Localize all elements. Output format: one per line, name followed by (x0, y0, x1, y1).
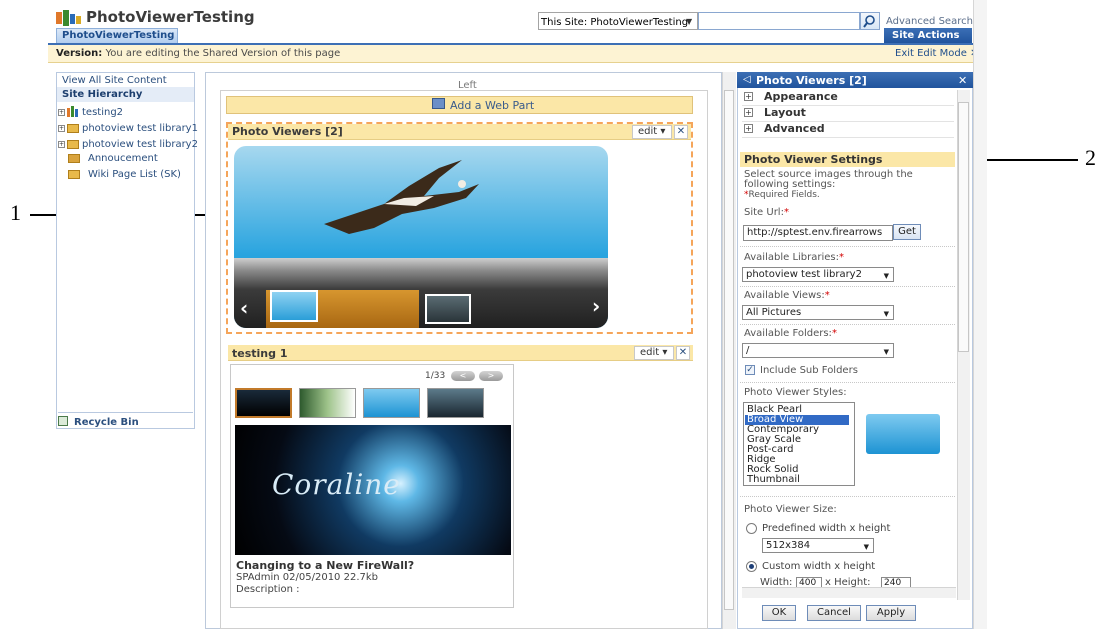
required-fields-note: *Required Fields. (744, 190, 820, 200)
page-scrollbar[interactable] (973, 0, 987, 629)
libraries-label: Available Libraries:* (744, 252, 844, 263)
apply-button[interactable]: Apply (866, 605, 916, 621)
folders-label: Available Folders:* (744, 328, 837, 339)
custom-size-radio[interactable] (746, 561, 757, 572)
gallery-item-title[interactable]: Changing to a New FireWall? (236, 559, 414, 572)
folders-select[interactable]: / ▼ (742, 343, 894, 358)
advanced-search-link[interactable]: Advanced Search (886, 16, 973, 27)
sidebar-item-annoucement[interactable]: Annoucement (88, 153, 158, 164)
pager-next-button[interactable]: > (479, 371, 503, 381)
size-label: Photo Viewer Size: (744, 504, 837, 515)
style-preview-image (866, 414, 940, 454)
web-part-title-bar (228, 345, 693, 361)
web-part-close-button[interactable]: ✕ (674, 125, 688, 139)
site-url-label: Site Url:* (744, 207, 789, 218)
previous-arrow-icon[interactable]: ‹ (240, 296, 248, 320)
gallery-thumbnail[interactable] (363, 388, 420, 418)
tool-pane-horizontal-scrollbar[interactable] (742, 587, 956, 598)
views-label: Available Views:* (744, 290, 830, 301)
version-message: Version: You are editing the Shared Vers… (56, 48, 341, 59)
tool-pane-scrollbar-thumb[interactable] (958, 102, 969, 352)
predefined-size-label: Predefined width x height (762, 523, 891, 534)
section-layout[interactable]: Layout (742, 106, 954, 122)
search-button[interactable] (860, 12, 880, 30)
tool-pane-title: Photo Viewers [2] (756, 74, 867, 87)
gallery-image-title-art: Coraline (272, 468, 401, 501)
site-hierarchy-heading: Site Hierarchy (62, 89, 143, 100)
web-part-edit-menu[interactable]: edit ▾ (632, 125, 672, 139)
section-appearance[interactable]: Appearance (742, 90, 954, 106)
pager-previous-button[interactable]: < (451, 371, 475, 381)
gallery-item-description: Description : (236, 584, 300, 595)
styles-label: Photo Viewer Styles: (744, 387, 847, 398)
recycle-bin-link[interactable]: Recycle Bin (58, 412, 193, 428)
include-sub-folders-label: Include Sub Folders (760, 365, 858, 376)
gallery-pager: 1/33 (425, 371, 446, 381)
search-input[interactable] (698, 12, 860, 30)
add-web-part-label[interactable]: Add a Web Part (450, 99, 534, 112)
gallery-item-meta: SPAdmin 02/05/2010 22.7kb (236, 572, 379, 583)
web-part-edit-menu[interactable]: edit ▾ (634, 346, 674, 360)
site-logo-icon (56, 10, 82, 26)
library-icon (67, 140, 79, 149)
include-sub-folders-checkbox[interactable]: ✓ (745, 365, 755, 375)
list-icon (68, 154, 80, 163)
photo-viewer-web-part-title: Photo Viewers [2] (232, 125, 343, 138)
site-url-field[interactable]: http://sptest.env.firearrows (743, 225, 893, 241)
web-part-close-button[interactable]: ✕ (676, 346, 690, 360)
section-advanced[interactable]: Advanced (742, 122, 954, 138)
site-title[interactable]: PhotoViewerTesting (86, 8, 255, 26)
search-icon (863, 15, 875, 28)
zone-scrollbar-thumb[interactable] (724, 90, 734, 610)
ok-button[interactable]: OK (762, 605, 796, 621)
thumbnail-bird[interactable] (270, 290, 318, 322)
divider (740, 324, 955, 325)
expand-icon[interactable]: + (58, 125, 65, 132)
gallery-thumbnail[interactable] (299, 388, 356, 418)
next-arrow-icon[interactable]: › (592, 294, 600, 318)
site-actions-menu[interactable]: Site Actions ▾ (884, 28, 972, 52)
callout-number-1: 1 (10, 200, 21, 225)
divider (740, 382, 955, 383)
testing-web-part-title: testing 1 (232, 347, 288, 360)
thumbnail-second[interactable] (425, 294, 471, 324)
exit-edit-mode-link[interactable]: Exit Edit Mode ✕ (895, 48, 978, 59)
custom-size-label: Custom width x height (762, 561, 876, 572)
view-all-site-content-link[interactable]: View All Site Content (62, 75, 167, 86)
sidebar-item-photoview-test-library1[interactable]: photoview test library1 (82, 123, 198, 134)
photo-viewer-settings-title: Photo Viewer Settings (744, 153, 883, 166)
osprey-bird-image (324, 160, 479, 234)
views-select[interactable]: All Pictures ▼ (742, 305, 894, 320)
sidebar-item-testing2[interactable]: testing2 (82, 107, 123, 118)
library-icon (67, 124, 79, 133)
libraries-select[interactable]: photoview test library2 ▼ (742, 267, 894, 282)
settings-intro-line: following settings: (744, 179, 836, 190)
chevron-down-icon[interactable]: ▼ (686, 17, 692, 26)
gallery-thumbnail[interactable] (235, 388, 292, 418)
add-web-part-icon (432, 98, 445, 109)
search-scope-label: This Site: PhotoViewerTesting (541, 17, 689, 28)
get-button[interactable]: Get (893, 224, 921, 240)
close-icon[interactable]: ✕ (958, 74, 967, 87)
gallery-thumbnail[interactable] (427, 388, 484, 418)
callout-number-2: 2 (1085, 145, 1096, 170)
divider (740, 496, 955, 497)
wiki-icon (68, 170, 80, 179)
site-icon (67, 106, 79, 117)
cancel-button[interactable]: Cancel (807, 605, 861, 621)
recycle-bin-icon (58, 416, 68, 426)
divider (740, 246, 955, 247)
predefined-size-select[interactable]: 512x384 ▼ (762, 538, 874, 553)
tab-site-home[interactable]: PhotoViewerTesting (56, 28, 178, 43)
divider (740, 286, 955, 287)
expand-icon[interactable]: + (58, 141, 65, 148)
sidebar-item-wiki-page-list[interactable]: Wiki Page List (SK) (88, 169, 181, 180)
predefined-size-radio[interactable] (746, 523, 757, 534)
expand-icon[interactable]: + (58, 109, 65, 116)
sidebar-item-photoview-test-library2[interactable]: photoview test library2 (82, 139, 198, 150)
style-option[interactable]: Thumbnail (747, 475, 800, 485)
back-arrow-icon[interactable]: ◁ (743, 74, 751, 85)
